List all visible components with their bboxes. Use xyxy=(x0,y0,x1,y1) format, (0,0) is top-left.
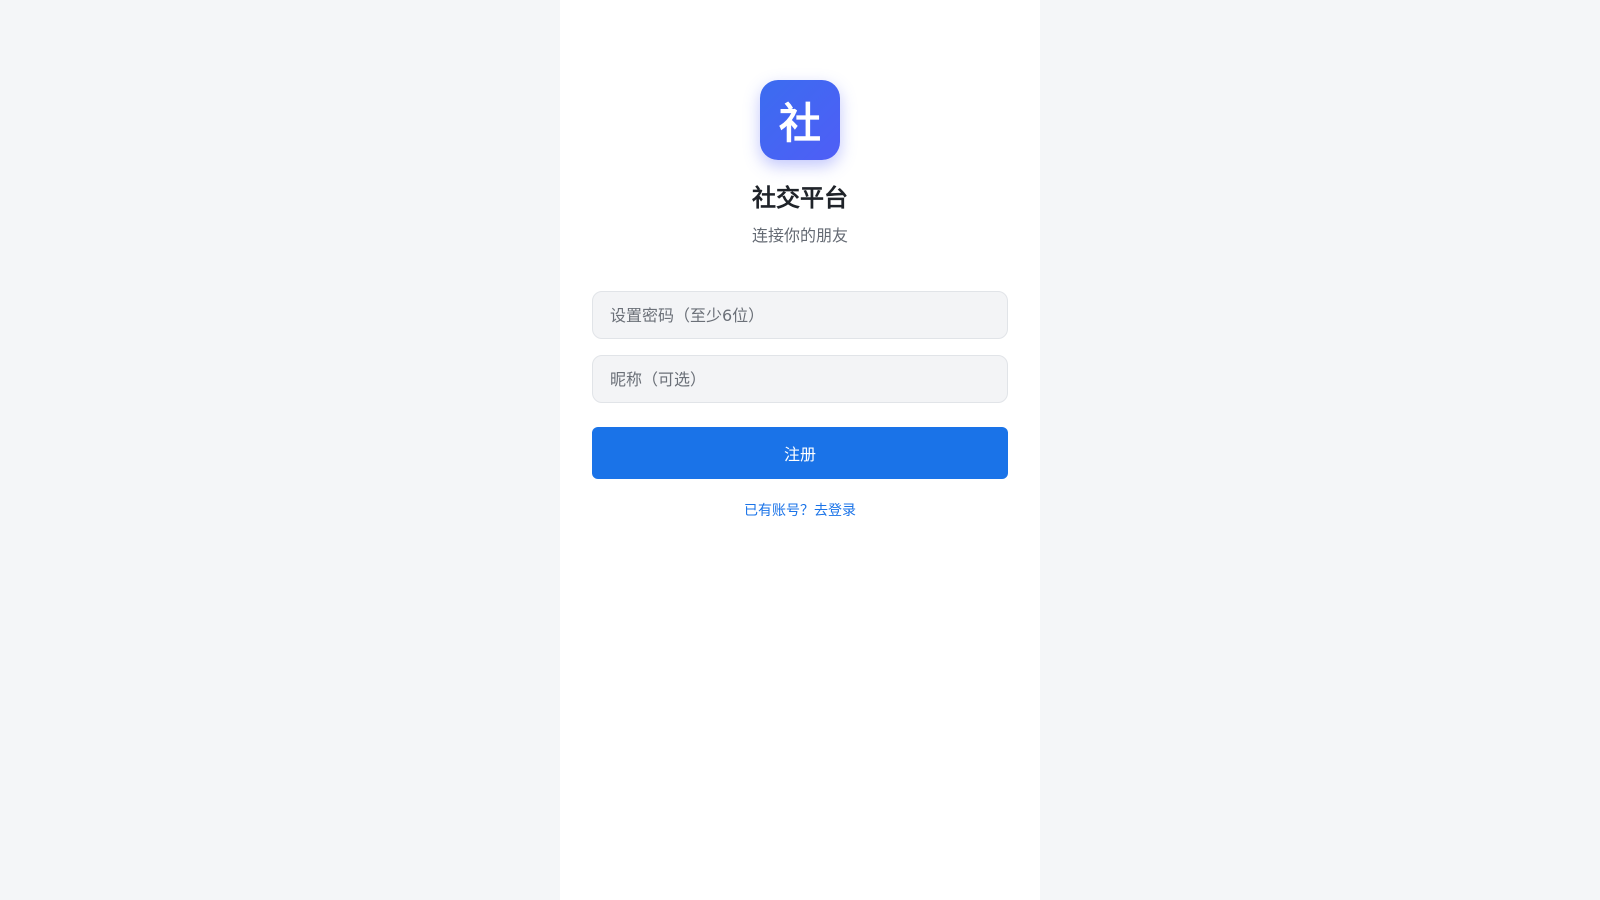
app-title: 社交平台 xyxy=(752,184,848,212)
register-panel: 社 社交平台 连接你的朋友 注册 已有账号？去登录 xyxy=(560,0,1040,900)
app-subtitle: 连接你的朋友 xyxy=(751,226,848,245)
app-logo: 社 xyxy=(760,80,840,160)
app-logo-char: 社 xyxy=(778,98,821,148)
nickname-input[interactable] xyxy=(592,355,1008,403)
go-login-link[interactable]: 已有账号？去登录 xyxy=(560,500,1040,520)
password-input[interactable] xyxy=(592,291,1008,339)
register-button[interactable]: 注册 xyxy=(592,427,1008,479)
